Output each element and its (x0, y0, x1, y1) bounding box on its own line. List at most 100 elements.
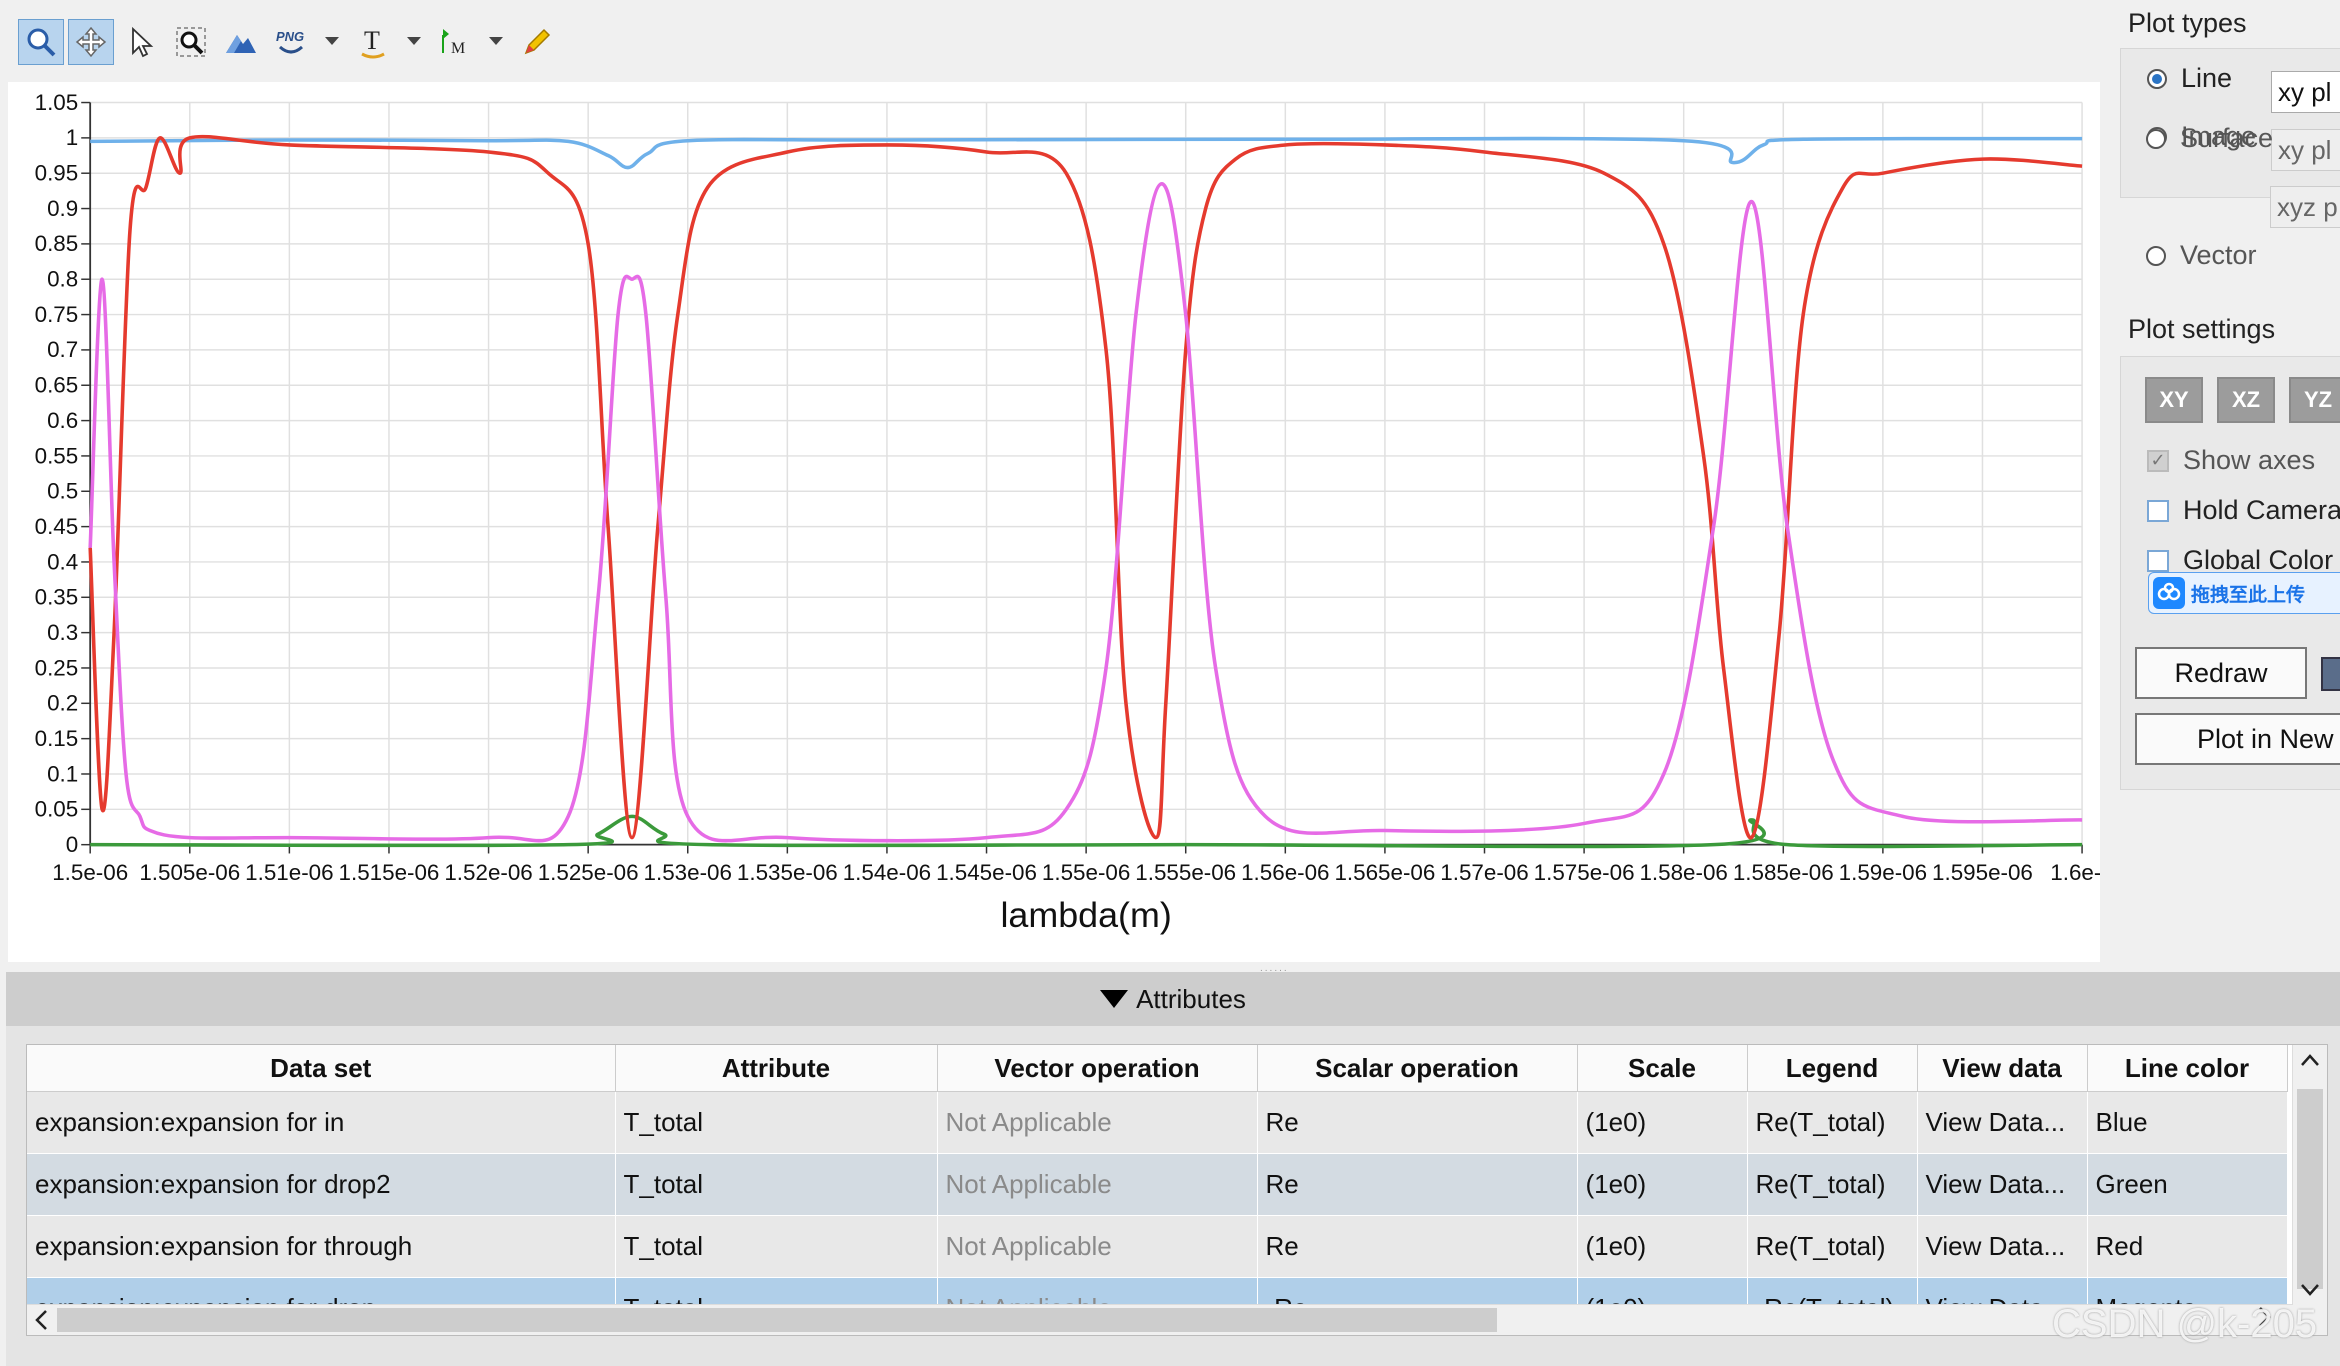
zoom-magnifier-icon (27, 28, 56, 57)
view-button[interactable] (218, 19, 264, 65)
marker-tool-icon: M (442, 29, 465, 57)
attributes-table: Data set Attribute Vector operation Scal… (27, 1045, 2288, 1335)
pencil-icon (524, 28, 551, 55)
x-tick-label: 1.58e-06 (1639, 860, 1727, 885)
x-tick-label: 1.5e-06 (52, 860, 128, 885)
select-button[interactable] (118, 19, 164, 65)
zoom-magnifier-button[interactable] (18, 19, 64, 65)
zoom-box-button[interactable] (168, 19, 214, 65)
table-cell[interactable]: Re(T_total) (1747, 1091, 1918, 1154)
redraw-button[interactable]: Redraw (2135, 647, 2307, 699)
yz-plane-button[interactable]: YZ (2289, 377, 2340, 423)
upload-badge-label: 拖拽至此上传 (2191, 584, 2306, 606)
pan-move-icon (75, 26, 107, 58)
x-tick-label: 1.555e-06 (1135, 860, 1236, 885)
y-tick-label: 1.05 (35, 90, 79, 115)
chevron-up-icon[interactable] (2293, 1045, 2327, 1075)
png-dropdown-arrow[interactable] (318, 20, 346, 64)
radio-surface[interactable]: Surface (2146, 123, 2273, 154)
image-type-field[interactable]: xy pl (2271, 129, 2340, 171)
table-cell[interactable]: Re (1257, 1153, 1578, 1216)
column-header[interactable]: Legend (1747, 1045, 1918, 1092)
column-header[interactable]: Scalar operation (1257, 1045, 1578, 1092)
table-cell[interactable]: Not Applicable (937, 1091, 1258, 1154)
scrollbar-thumb[interactable] (2297, 1089, 2323, 1289)
radio-button[interactable] (2146, 128, 2166, 149)
table-cell[interactable]: View Data... (1917, 1153, 2088, 1216)
scrollbar-thumb[interactable] (57, 1308, 1497, 1332)
show-axes-checkbox[interactable]: ✓ Show axes (2147, 445, 2315, 476)
watermark: CSDN @k-205 (2052, 1302, 2318, 1346)
column-header[interactable]: View data (1917, 1045, 2088, 1092)
plot-in-new-button[interactable]: Plot in New (2135, 713, 2340, 765)
table-cell[interactable]: Re (1257, 1091, 1578, 1154)
table-cell[interactable]: Not Applicable (937, 1153, 1258, 1216)
table-row[interactable]: expansion:expansion for drop2 T_total No… (27, 1153, 2288, 1216)
hold-camera-checkbox[interactable]: Hold Camera (2147, 495, 2340, 526)
y-tick-label: 1 (66, 125, 78, 150)
chevron-down-icon[interactable] (2293, 1275, 2327, 1305)
column-header[interactable]: Scale (1577, 1045, 1748, 1092)
table-cell[interactable]: (1e0) (1577, 1215, 1748, 1278)
column-header[interactable]: Line color (2087, 1045, 2288, 1092)
table-cell[interactable]: T_total (615, 1153, 938, 1216)
x-tick-label: 1.595e-06 (1932, 860, 2033, 885)
pan-button[interactable] (68, 19, 114, 65)
png-export-button[interactable]: PNG (268, 19, 314, 65)
plot-canvas[interactable]: 1.5e-06 1.505e-06 1.51e-06 1.515e-06 1.52e-0… (8, 82, 2114, 962)
table-cell[interactable]: expansion:expansion for drop2 (27, 1153, 616, 1216)
chevron-left-icon[interactable] (29, 1305, 55, 1335)
column-header[interactable]: Vector operation (937, 1045, 1258, 1092)
table-cell[interactable]: expansion:expansion for in (27, 1091, 616, 1154)
radio-button[interactable] (2146, 245, 2166, 266)
radio-line[interactable]: Line (2147, 63, 2232, 94)
pencil-button[interactable] (514, 19, 560, 65)
table-cell[interactable]: Not Applicable (937, 1215, 1258, 1278)
table-cell[interactable]: Re(T_total) (1747, 1153, 1918, 1216)
checkbox-icon[interactable] (2147, 499, 2169, 522)
y-tick-label: 0.85 (35, 231, 79, 256)
table-cell[interactable]: View Data... (1917, 1091, 2088, 1154)
checkbox-checked-icon[interactable]: ✓ (2147, 449, 2169, 472)
radio-vector[interactable]: Vector (2146, 240, 2257, 271)
vertical-scrollbar[interactable] (2292, 1045, 2327, 1335)
horizontal-scrollbar[interactable] (27, 1304, 2293, 1335)
column-header[interactable]: Data set (27, 1045, 616, 1092)
surface-type-field[interactable]: xyz p (2270, 186, 2340, 228)
checkbox-icon[interactable] (2147, 549, 2169, 572)
text-dropdown-arrow[interactable] (400, 20, 428, 64)
text-tool-button[interactable]: T (350, 19, 396, 65)
cloud-upload-icon (2153, 577, 2185, 609)
table-header-row: Data set Attribute Vector operation Scal… (27, 1045, 2288, 1092)
table-cell[interactable]: (1e0) (1577, 1091, 1748, 1154)
table-cell[interactable]: Green (2087, 1153, 2288, 1216)
table-cell[interactable]: View Data... (1917, 1215, 2088, 1278)
table-row[interactable]: expansion:expansion for in T_total Not A… (27, 1091, 2288, 1154)
attributes-header[interactable]: Attributes (6, 972, 2340, 1026)
marker-dropdown-arrow[interactable] (482, 20, 510, 64)
line-chart[interactable]: 1.5e-06 1.505e-06 1.51e-06 1.515e-06 1.52e-0… (8, 82, 2114, 962)
text-tool-label: T (364, 26, 380, 55)
upload-badge[interactable]: 拖拽至此上传 (2148, 572, 2340, 614)
line-type-field[interactable]: xy pl (2271, 71, 2340, 113)
y-tick-label: 0.65 (35, 373, 79, 398)
table-row[interactable]: expansion:expansion for through T_total … (27, 1215, 2288, 1278)
column-header[interactable]: Attribute (615, 1045, 938, 1092)
x-tick-label: 1.535e-06 (737, 860, 838, 885)
table-cell[interactable]: Re(T_total) (1747, 1215, 1918, 1278)
table-cell[interactable]: T_total (615, 1091, 938, 1154)
table-cell[interactable]: Re (1257, 1215, 1578, 1278)
table-cell[interactable]: Red (2087, 1215, 2288, 1278)
radio-button[interactable] (2147, 68, 2167, 89)
table-cell[interactable]: T_total (615, 1215, 938, 1278)
attributes-panel: Attributes Data set Attribute Vector ope… (6, 972, 2340, 1366)
table-cell[interactable]: (1e0) (1577, 1153, 1748, 1216)
xz-plane-button[interactable]: XZ (2217, 377, 2275, 423)
redraw-option-checkbox[interactable] (2321, 657, 2340, 691)
table-cell[interactable]: expansion:expansion for through (27, 1215, 616, 1278)
x-tick-label: 1.515e-06 (339, 860, 440, 885)
y-tick-label: 0.4 (47, 549, 78, 574)
xy-plane-button[interactable]: XY (2145, 377, 2203, 423)
table-cell[interactable]: Blue (2087, 1091, 2288, 1154)
marker-tool-button[interactable]: M (432, 19, 478, 65)
